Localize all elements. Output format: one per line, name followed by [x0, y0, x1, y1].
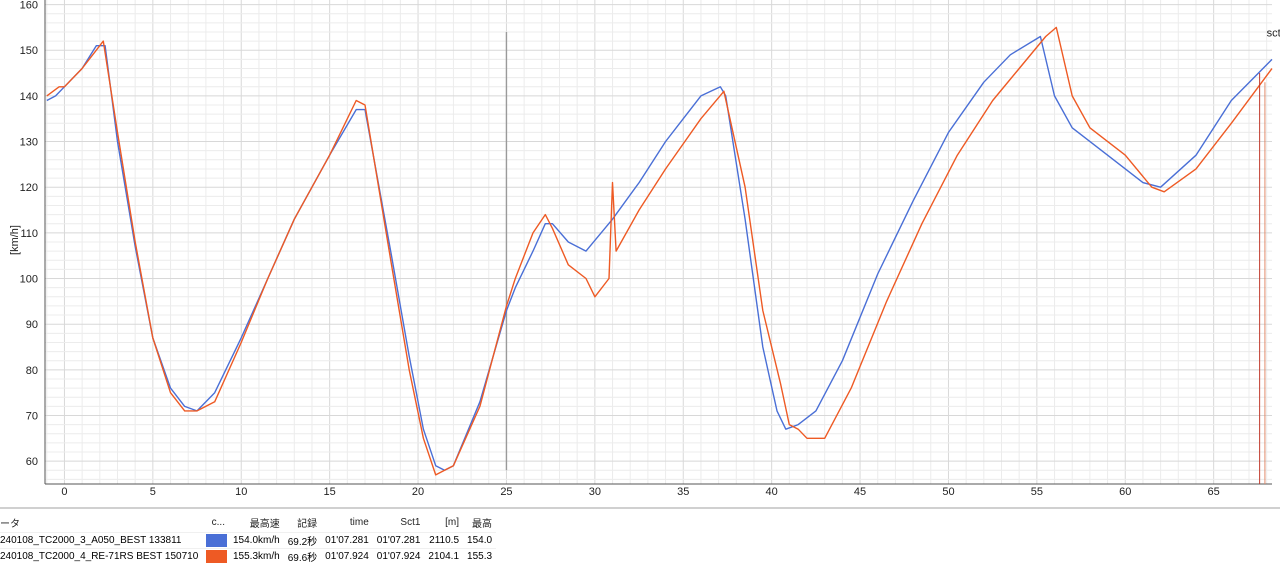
x-tick-label: 65 — [1208, 486, 1220, 498]
x-tick-label: 10 — [235, 486, 247, 498]
x-tick-label: 0 — [61, 486, 67, 498]
distance-cell: 2104.1 — [424, 548, 464, 564]
chart-grid — [45, 0, 1272, 484]
record-cell: 69.2秒 — [283, 532, 322, 549]
y-tick-label: 110 — [20, 228, 38, 240]
y-tick-label: 120 — [20, 182, 38, 194]
x-tick-label: 15 — [324, 486, 336, 498]
y-tick-label: 90 — [26, 319, 38, 331]
col-header-data[interactable]: ータ — [0, 512, 204, 533]
x-tick-label: 50 — [942, 486, 954, 498]
lap-summary-panel: ータ c... 最高速 記録 time Sct1 [m] 最高 240108_T… — [0, 507, 1280, 569]
distance-cell: 2110.5 — [424, 532, 464, 549]
record-cell: 69.6秒 — [283, 548, 322, 564]
col-header-record[interactable]: 記録 — [284, 512, 321, 533]
y-tick-label: 150 — [20, 45, 38, 57]
table-header-row: ータ c... 最高速 記録 time Sct1 [m] 最高 — [0, 512, 496, 533]
lap-name: 240108_TC2000_3_A050_BEST 133811 — [0, 532, 204, 549]
x-tick-label: 20 — [412, 486, 424, 498]
y-axis-title: [km/h] — [9, 225, 21, 255]
y-axis-tick-labels: 60 70 80 90 100 110 120 130 140 150 160 — [20, 0, 38, 468]
col-header-color[interactable]: c... — [204, 512, 229, 533]
speed-chart[interactable]: 60 70 80 90 100 110 120 130 140 150 160 0 5 10 15 20 25… — [0, 0, 1280, 500]
sct1-cell: 01'07.924 — [372, 548, 425, 564]
sector-label: sct — [1267, 28, 1280, 40]
time-cell: 01'07.281 — [321, 532, 373, 549]
series-color-swatch[interactable] — [204, 548, 229, 564]
lap-summary-table: ータ c... 最高速 記録 time Sct1 [m] 最高 240108_T… — [0, 512, 497, 564]
y-tick-label: 140 — [20, 91, 38, 103]
sct1-cell: 01'07.281 — [372, 532, 425, 549]
x-tick-label: 60 — [1119, 486, 1131, 498]
y-tick-label: 60 — [26, 456, 38, 468]
color-swatch-blue — [206, 534, 227, 547]
x-tick-label: 25 — [500, 486, 512, 498]
x-tick-label: 55 — [1031, 486, 1043, 498]
x-tick-label: 45 — [854, 486, 866, 498]
x-tick-label: 5 — [150, 486, 156, 498]
y-tick-label: 80 — [26, 365, 38, 377]
x-axis-tick-labels: 0 5 10 15 20 25 30 35 40 45 50 55 60 65 — [61, 486, 1219, 498]
time-cell: 01'07.924 — [321, 548, 373, 564]
y-tick-label: 70 — [26, 411, 38, 423]
y-tick-label: 160 — [20, 0, 38, 12]
col-header-max-speed[interactable]: 最高速 — [229, 512, 284, 533]
y-tick-label: 130 — [20, 137, 38, 149]
series-line-1 — [46, 35, 1273, 471]
x-tick-label: 35 — [677, 486, 689, 498]
max-cell: 155.3 — [463, 548, 497, 564]
y-tick-label: 100 — [20, 274, 38, 286]
series-color-swatch[interactable] — [204, 532, 229, 549]
col-header-time[interactable]: time — [321, 512, 373, 533]
x-tick-label: 30 — [589, 486, 601, 498]
lap-name: 240108_TC2000_4_RE-71RS BEST 150710 — [0, 548, 204, 564]
col-header-distance[interactable]: [m] — [424, 512, 463, 533]
col-header-max[interactable]: 最高 — [463, 512, 496, 533]
color-swatch-red — [206, 550, 227, 563]
max-speed-cell: 154.0km/h — [229, 532, 284, 549]
max-speed-cell: 155.3km/h — [229, 548, 284, 564]
table-row[interactable]: 240108_TC2000_4_RE-71RS BEST 150710 155.… — [0, 548, 497, 564]
max-cell: 154.0 — [463, 532, 497, 549]
table-row[interactable]: 240108_TC2000_3_A050_BEST 133811 154.0km… — [0, 532, 497, 549]
col-header-sct1[interactable]: Sct1 — [373, 512, 425, 533]
x-tick-label: 40 — [766, 486, 778, 498]
